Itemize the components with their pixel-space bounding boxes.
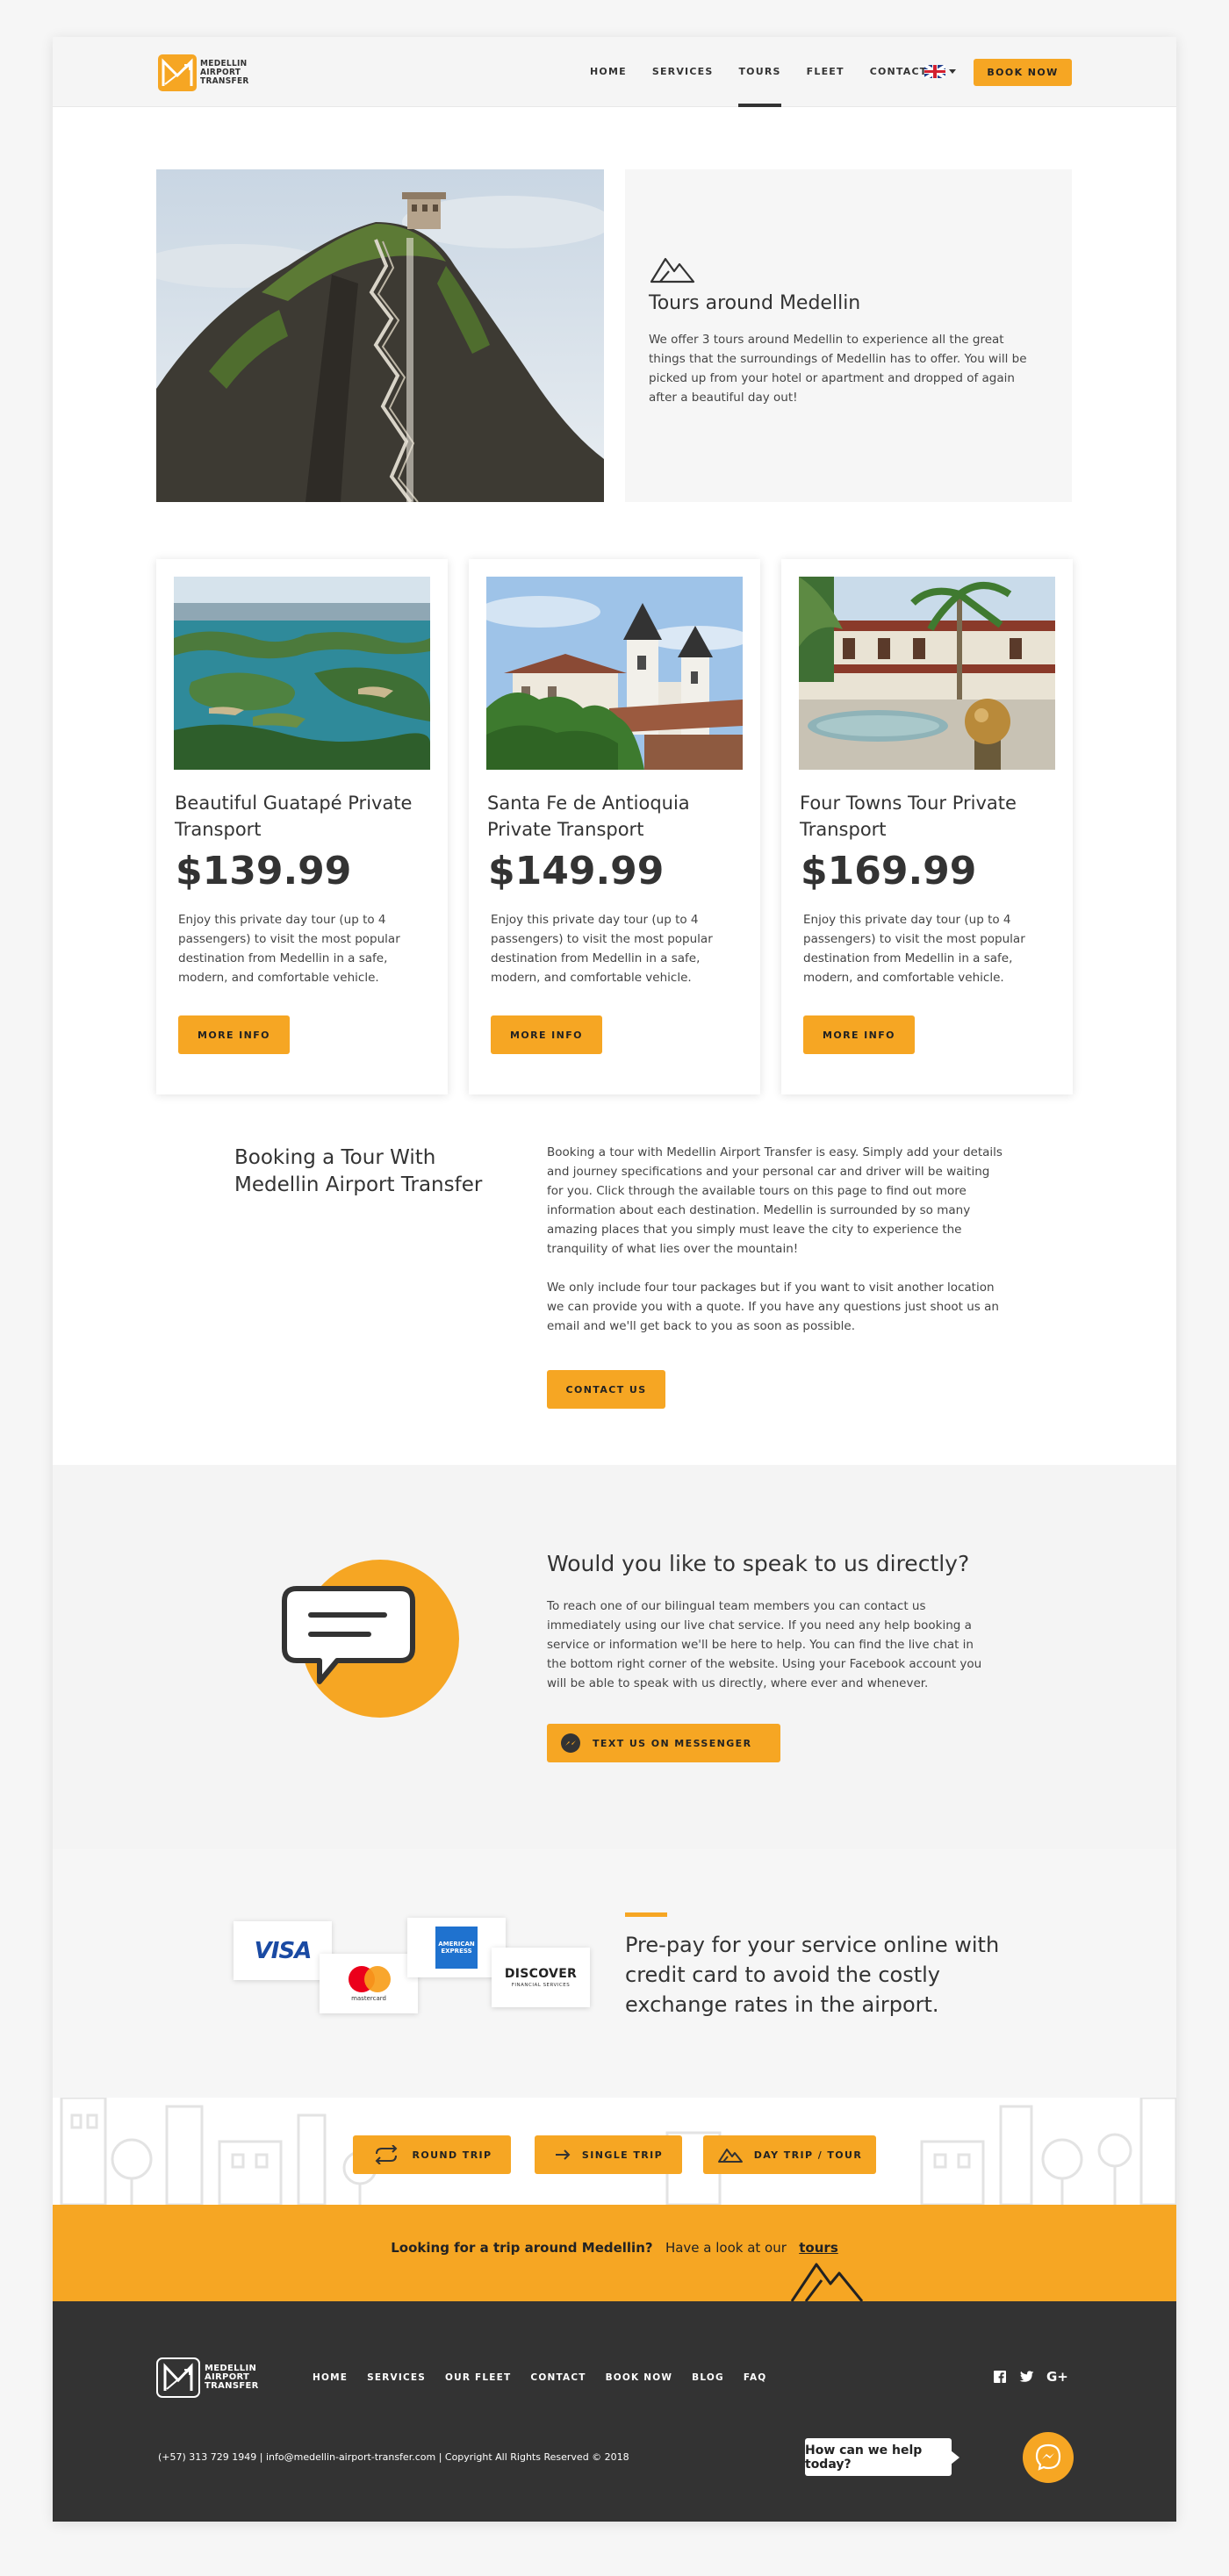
chat-prompt-bubble[interactable]: How can we help today? (805, 2438, 959, 2476)
booking-paragraph-2: We only include four tour packages but i… (547, 1281, 999, 1333)
trip-type-bar: ROUND TRIP SINGLE TRIP DAY TRIP / TOUR (53, 2098, 1176, 2205)
intro-title: Tours around Medellin (649, 292, 861, 314)
book-now-button[interactable]: BOOK NOW (974, 59, 1072, 86)
twitter-icon[interactable] (1018, 2370, 1034, 2384)
strip-middle: Have a look at our (665, 2240, 787, 2256)
site-header: MEDELLIN AIRPORT TRANSFER HOME SERVICES … (53, 37, 1176, 107)
messenger-button-label: TEXT US ON MESSENGER (593, 1737, 752, 1749)
amex-label: AMERICAN EXPRESS (435, 1927, 478, 1969)
tours-cta-strip: Looking for a trip around Medellin? Have… (53, 2205, 1176, 2301)
tour-price: $139.99 (176, 849, 352, 893)
footer-nav-fleet[interactable]: OUR FLEET (445, 2372, 511, 2383)
footer-contact-line: (+57) 313 729 1949 | info@medellin-airpo… (158, 2451, 629, 2463)
booking-title: Booking a Tour With Medellin Airport Tra… (234, 1146, 483, 1196)
footer-nav-contact[interactable]: CONTACT (530, 2372, 586, 2383)
guatape-rock-image (156, 169, 604, 502)
site-footer: MEDELLIN AIRPORT TRANSFER HOME SERVICES … (53, 2301, 1176, 2522)
single-trip-button[interactable]: SINGLE TRIP (535, 2135, 682, 2174)
chevron-down-icon[interactable] (949, 69, 956, 74)
booking-text: Booking a tour with Medellin Airport Tra… (547, 1143, 1003, 1336)
strip-text: Looking for a trip around Medellin? Have… (53, 2240, 1176, 2256)
tours-link[interactable]: tours (799, 2240, 837, 2256)
tour-card-four-towns: Four Towns Tour Private Transport $169.9… (781, 559, 1073, 1094)
tour-card-santa-fe: Santa Fe de Antioquia Private Transport … (469, 559, 760, 1094)
tour-price: $149.99 (488, 849, 665, 893)
nav-services[interactable]: SERVICES (652, 37, 714, 107)
messenger-icon (561, 1733, 580, 1753)
contact-us-button[interactable]: CONTACT US (547, 1370, 665, 1409)
logo-text: MEDELLIN AIRPORT TRANSFER (200, 60, 249, 86)
tour-title: Santa Fe de Antioquia Private Transport (487, 793, 690, 840)
google-plus-icon[interactable]: G+ (1046, 2369, 1068, 2385)
day-trip-button[interactable]: DAY TRIP / TOUR (703, 2135, 876, 2174)
more-info-button[interactable]: MORE INFO (491, 1015, 602, 1054)
nav-home[interactable]: HOME (590, 37, 627, 107)
round-trip-label: ROUND TRIP (412, 2149, 492, 2161)
four-towns-plaza-image (799, 577, 1055, 770)
strip-lead: Looking for a trip around Medellin? (391, 2240, 653, 2256)
speak-title: Would you like to speak to us directly? (547, 1551, 970, 1576)
visa-card-logo: VISA (234, 1921, 332, 1980)
tour-price: $169.99 (801, 849, 977, 893)
footer-nav: HOME SERVICES OUR FLEET CONTACT BOOK NOW… (313, 2372, 786, 2383)
footer-nav-home[interactable]: HOME (313, 2372, 348, 2383)
mountain-icon (650, 257, 695, 283)
mastercard-logo: mastercard (320, 1954, 418, 2013)
booking-paragraph-1: Booking a tour with Medellin Airport Tra… (547, 1145, 1003, 1256)
footer-nav-book-now[interactable]: BOOK NOW (606, 2372, 673, 2383)
chat-bubble-icon (282, 1586, 415, 1684)
tour-description: Enjoy this private day tour (up to 4 pas… (803, 913, 1025, 985)
footer-logo[interactable]: MEDELLIN AIRPORT TRANSFER (156, 2357, 259, 2398)
uk-flag-icon[interactable] (924, 65, 945, 78)
intro-panel: Tours around Medellin We offer 3 tours a… (625, 169, 1072, 502)
logo-mark-icon (158, 54, 197, 91)
mountain-icon (790, 2263, 864, 2301)
speak-section: Would you like to speak to us directly? … (53, 1465, 1176, 1849)
guatape-lake-image (174, 577, 430, 770)
page: MEDELLIN AIRPORT TRANSFER HOME SERVICES … (53, 37, 1176, 2522)
main-nav: HOME SERVICES TOURS FLEET CONTACT (590, 37, 952, 107)
facebook-icon[interactable] (994, 2371, 1006, 2383)
round-trip-button[interactable]: ROUND TRIP (353, 2135, 511, 2174)
day-trip-label: DAY TRIP / TOUR (753, 2149, 863, 2161)
logo-mark-icon (156, 2357, 200, 2398)
arrow-right-icon (555, 2149, 571, 2160)
site-logo[interactable]: MEDELLIN AIRPORT TRANSFER (158, 54, 249, 91)
messenger-chat-button[interactable] (1023, 2432, 1074, 2483)
nav-contact[interactable]: CONTACT (870, 37, 928, 107)
messenger-icon (1035, 2443, 1061, 2471)
footer-nav-faq[interactable]: FAQ (744, 2372, 767, 2383)
footer-logo-line-3: TRANSFER (205, 2381, 259, 2391)
messenger-button[interactable]: TEXT US ON MESSENGER (547, 1724, 780, 1762)
prepay-section: VISA mastercard AMERICAN EXPRESS DISCOVE… (53, 1849, 1176, 2098)
mastercard-label: mastercard (351, 1995, 386, 2002)
accent-bar (625, 1912, 667, 1917)
prepay-title: Pre-pay for your service online with cre… (625, 1933, 1000, 2017)
tour-card-guatape: Beautiful Guatapé Private Transport $139… (156, 559, 448, 1094)
nav-tours[interactable]: TOURS (738, 37, 781, 107)
santa-fe-church-image (486, 577, 743, 770)
mountain-icon (717, 2149, 743, 2163)
more-info-button[interactable]: MORE INFO (803, 1015, 915, 1054)
footer-nav-blog[interactable]: BLOG (692, 2372, 724, 2383)
footer-logo-text: MEDELLIN AIRPORT TRANSFER (205, 2364, 259, 2391)
round-trip-icon (376, 2145, 398, 2164)
intro-text: We offer 3 tours around Medellin to expe… (649, 333, 1027, 405)
speak-text: To reach one of our bilingual team membe… (547, 1599, 982, 1690)
discover-card-logo: DISCOVER FINANCIAL SERVICES (492, 1948, 590, 2007)
tour-title: Beautiful Guatapé Private Transport (175, 793, 413, 840)
footer-nav-services[interactable]: SERVICES (367, 2372, 426, 2383)
visa-label: VISA (254, 1937, 313, 1964)
tour-title: Four Towns Tour Private Transport (800, 793, 1017, 840)
more-info-button[interactable]: MORE INFO (178, 1015, 290, 1054)
social-links: G+ (994, 2369, 1068, 2385)
discover-label: DISCOVER (504, 1967, 578, 1981)
tour-description: Enjoy this private day tour (up to 4 pas… (178, 913, 400, 985)
discover-sub-label: FINANCIAL SERVICES (511, 1983, 571, 1988)
tour-description: Enjoy this private day tour (up to 4 pas… (491, 913, 713, 985)
single-trip-label: SINGLE TRIP (581, 2149, 664, 2161)
logo-line-3: TRANSFER (200, 76, 249, 86)
nav-fleet[interactable]: FLEET (807, 37, 844, 107)
